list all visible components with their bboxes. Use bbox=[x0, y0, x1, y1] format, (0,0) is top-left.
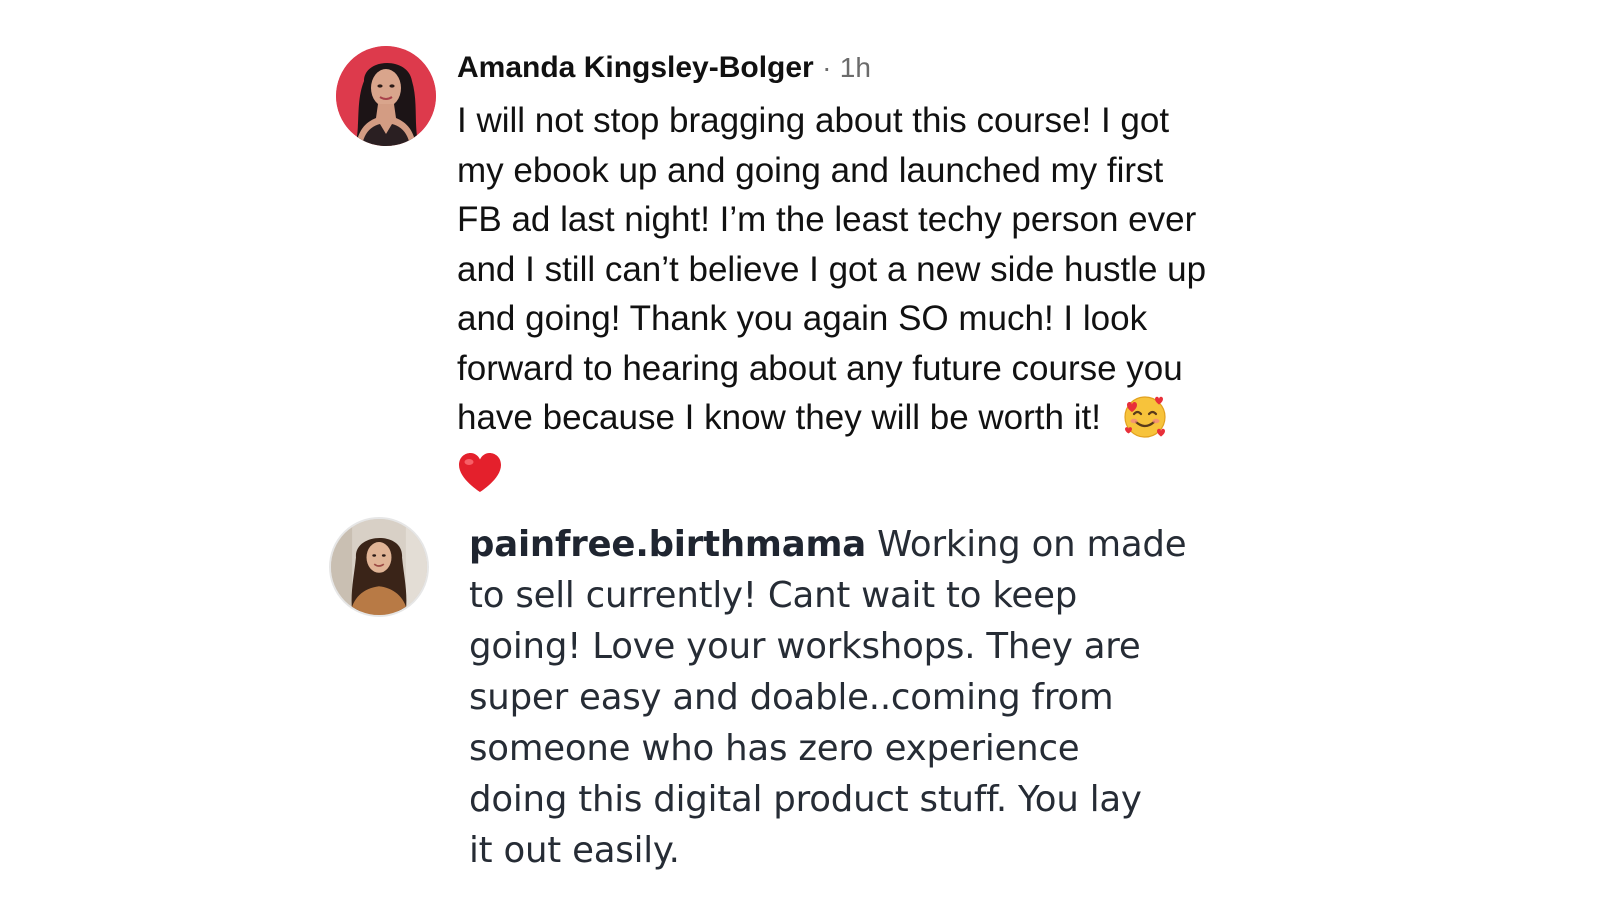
comment-text-line: my ebook up and going and launched my fi… bbox=[457, 150, 1164, 190]
smiling-face-with-hearts-icon bbox=[1121, 393, 1169, 441]
comment-text-line: going! Love your workshops. They are bbox=[469, 626, 1141, 667]
comment-text-line: super easy and doable..coming from bbox=[469, 677, 1114, 718]
comment-first-line-text: Working on made bbox=[866, 524, 1187, 565]
comment-text-line: forward to hearing about any future cour… bbox=[457, 348, 1183, 388]
meta-separator: · bbox=[822, 52, 832, 83]
avatar-amanda[interactable] bbox=[336, 46, 436, 146]
comment-amanda: Amanda Kingsley-Bolger · 1h I will not s… bbox=[0, 0, 1600, 492]
comment-first-line: painfree.birthmama Working on made bbox=[469, 519, 1289, 570]
avatar-painfree-portrait bbox=[331, 519, 427, 615]
comment-text-painfree: painfree.birthmama Working on made to se… bbox=[469, 519, 1289, 876]
comment-text-line: doing this digital product stuff. You la… bbox=[469, 779, 1142, 820]
comment-text-line: to sell currently! Cant wait to keep bbox=[469, 575, 1078, 616]
comment-text-line: I will not stop bragging about this cour… bbox=[457, 101, 1170, 140]
comment-author-name[interactable]: Amanda Kingsley-Bolger bbox=[457, 51, 814, 84]
comment-text-line: it out easily. bbox=[469, 830, 680, 871]
red-heart-icon bbox=[457, 452, 503, 494]
comment-text-line: someone who has zero experience bbox=[469, 728, 1080, 769]
comment-text-amanda: I will not stop bragging about this cour… bbox=[457, 96, 1287, 494]
comment-text-line: and I still can’t believe I got a new si… bbox=[457, 249, 1207, 289]
comment-header-amanda: Amanda Kingsley-Bolger · 1h bbox=[457, 48, 871, 88]
avatar-amanda-portrait bbox=[336, 46, 436, 146]
comment-timestamp[interactable]: 1h bbox=[840, 52, 871, 83]
avatar-painfree[interactable] bbox=[329, 517, 429, 617]
comment-text-line: and going! Thank you again SO much! I lo… bbox=[457, 299, 1148, 338]
comment-username[interactable]: painfree.birthmama bbox=[469, 524, 866, 565]
comment-text-line-last: have because I know they will be worth i… bbox=[457, 393, 1287, 444]
comment-text-line-heart bbox=[457, 444, 1287, 494]
comment-text-line-content: have because I know they will be worth i… bbox=[457, 398, 1101, 437]
comment-text-line: FB ad last night! I’m the least techy pe… bbox=[457, 200, 1197, 239]
